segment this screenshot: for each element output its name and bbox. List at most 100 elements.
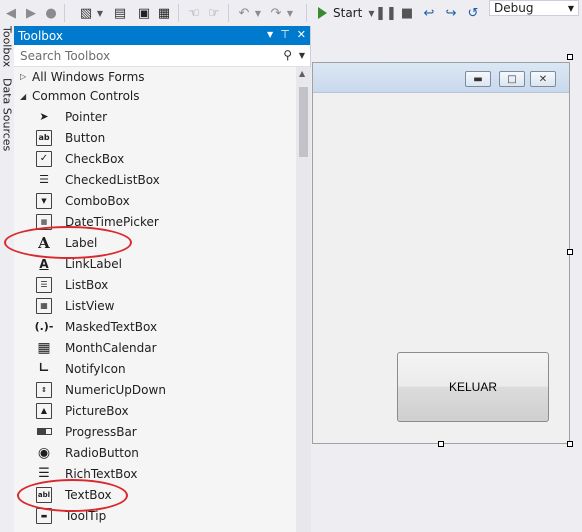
- listbox-icon: ☰: [36, 276, 52, 293]
- button-icon: ab: [36, 129, 52, 146]
- side-tab-data-sources[interactable]: Data Sources: [0, 78, 14, 168]
- uncomment-icon[interactable]: ☞: [206, 3, 222, 23]
- pause-icon[interactable]: ❚❚: [375, 3, 397, 23]
- designer-form-window[interactable]: ▬ □ ✕ KELUAR: [312, 62, 570, 444]
- chevron-down-icon: ▼: [368, 8, 375, 18]
- resize-handle-right[interactable]: [567, 249, 573, 255]
- new-project-icon[interactable]: ▧: [78, 3, 94, 23]
- toolbox-item-progressbar[interactable]: ProgressBar: [14, 421, 295, 442]
- toolbox-item-picturebox[interactable]: ▲ PictureBox: [14, 400, 295, 421]
- start-button[interactable]: Start ▼: [318, 3, 374, 23]
- chevron-down-icon[interactable]: ▼: [254, 3, 262, 23]
- solution-configuration-select[interactable]: Debug ▼: [489, 0, 579, 16]
- toolbox-search-bar: ⚲ ▼: [14, 45, 310, 67]
- play-icon: [318, 7, 327, 19]
- toolbox-item-maskedtextbox[interactable]: (.)- MaskedTextBox: [14, 316, 295, 337]
- highlight-ellipse-textbox: [17, 479, 128, 512]
- side-tab-toolbox[interactable]: Toolbox: [0, 26, 14, 74]
- toolbox-item-label: ListBox: [65, 277, 109, 292]
- pointer-icon: ➤: [39, 110, 49, 123]
- solution-configuration-value: Debug: [494, 1, 534, 15]
- monthcalendar-icon: ▦: [37, 339, 51, 356]
- toolbox-item-listview[interactable]: ▦ ListView: [14, 295, 295, 316]
- toolbox-item-label: CheckBox: [65, 151, 125, 166]
- toolbox-item-numericupdown[interactable]: ⇕ NumericUpDown: [14, 379, 295, 400]
- maskedtextbox-icon: (.)-: [34, 320, 54, 333]
- search-icon[interactable]: ⚲: [283, 48, 292, 62]
- group-common-controls[interactable]: ◢ Common Controls: [14, 87, 295, 107]
- checkedlistbox-icon: ☰: [39, 173, 49, 186]
- toolbox-item-monthcalendar[interactable]: ▦ MonthCalendar: [14, 337, 295, 358]
- toolbox-item-label: Button: [65, 130, 106, 145]
- toolbox-item-checkbox[interactable]: ✓ CheckBox: [14, 148, 295, 169]
- toolbox-item-pointer[interactable]: ➤ Pointer: [14, 106, 295, 127]
- toolbar-separator: [228, 4, 229, 22]
- toolbox-item-notifyicon[interactable]: ∟ NotifyIcon: [14, 358, 295, 379]
- resize-handle-bottom-right[interactable]: [567, 441, 573, 447]
- chevron-down-icon[interactable]: ▼: [96, 3, 104, 23]
- keluar-button[interactable]: KELUAR: [397, 352, 549, 422]
- toolbox-scrollbar[interactable]: ▲: [296, 67, 311, 532]
- undo-icon[interactable]: ↶: [236, 3, 252, 23]
- step-out-icon[interactable]: ↺: [466, 3, 480, 23]
- save-all-icon[interactable]: ▦: [156, 3, 172, 23]
- close-icon[interactable]: ✕: [530, 71, 556, 87]
- redo-icon[interactable]: ↷: [268, 3, 284, 23]
- resize-handle-top-right[interactable]: [567, 54, 573, 60]
- stop-icon[interactable]: ■: [400, 3, 414, 23]
- toolbox-item-label: RadioButton: [65, 445, 139, 460]
- pin-icon[interactable]: ⊤: [280, 28, 290, 41]
- toolbar-separator: [306, 4, 307, 22]
- group-all-windows-forms[interactable]: ▷ All Windows Forms: [14, 67, 295, 87]
- maximize-icon[interactable]: □: [499, 71, 525, 87]
- scrollbar-thumb[interactable]: [299, 87, 308, 157]
- toolbox-title-bar: Toolbox ▼ ⊤ ✕: [14, 26, 310, 45]
- toolbox-item-checkedlistbox[interactable]: ☰ CheckedListBox: [14, 169, 295, 190]
- step-over-icon[interactable]: ↩: [422, 3, 436, 23]
- minimize-icon[interactable]: ▬: [465, 71, 491, 87]
- collapse-triangle-icon[interactable]: ◢: [20, 92, 32, 101]
- navigate-back-icon[interactable]: ◀: [4, 3, 18, 23]
- side-tab-strip: Toolbox Data Sources: [0, 26, 14, 532]
- chevron-down-icon: ▼: [567, 3, 574, 13]
- toolbox-list: ▷ All Windows Forms ◢ Common Controls ➤ …: [14, 67, 295, 526]
- toolbar-separator: [64, 4, 65, 22]
- toolbox-item-radiobutton[interactable]: ◉ RadioButton: [14, 442, 295, 463]
- group-label: All Windows Forms: [32, 69, 145, 84]
- checkbox-icon: ✓: [36, 150, 52, 167]
- window-position-icon[interactable]: ▼: [267, 30, 273, 41]
- comment-icon[interactable]: ☜: [186, 3, 202, 23]
- notifyicon-icon: ∟: [38, 361, 50, 376]
- history-icon[interactable]: ●: [44, 3, 58, 23]
- toolbar-separator: [178, 4, 179, 22]
- step-into-icon[interactable]: ↪: [444, 3, 458, 23]
- toolbox-item-button[interactable]: ab Button: [14, 127, 295, 148]
- chevron-down-icon[interactable]: ▼: [299, 51, 305, 60]
- combobox-icon: ▼: [36, 192, 52, 209]
- toolbox-item-label: CheckedListBox: [65, 172, 160, 187]
- numericupdown-icon: ⇕: [36, 381, 52, 398]
- chevron-down-icon[interactable]: ▼: [286, 3, 294, 23]
- open-file-icon[interactable]: ▤: [112, 3, 128, 23]
- toolbox-item-listbox[interactable]: ☰ ListBox: [14, 274, 295, 295]
- toolbox-item-label: MonthCalendar: [65, 340, 157, 355]
- toolbox-item-label: NotifyIcon: [65, 361, 126, 376]
- scroll-up-arrow-icon[interactable]: ▲: [299, 69, 305, 78]
- close-icon[interactable]: ✕: [297, 28, 306, 41]
- toolbox-search-input[interactable]: [18, 47, 258, 64]
- form-title-bar: ▬ □ ✕: [313, 63, 569, 93]
- navigate-forward-icon[interactable]: ▶: [24, 3, 38, 23]
- richtextbox-icon: ☰: [38, 466, 50, 481]
- toolbox-panel: Toolbox ▼ ⊤ ✕ ⚲ ▼ ▷ All Windows Forms ◢ …: [14, 26, 311, 532]
- resize-handle-bottom[interactable]: [438, 441, 444, 447]
- highlight-ellipse-label: [4, 226, 132, 259]
- group-label: Common Controls: [32, 89, 140, 104]
- toolbox-item-label: ComboBox: [65, 193, 130, 208]
- toolbox-item-label: ProgressBar: [65, 424, 137, 439]
- save-icon[interactable]: ▣: [136, 3, 152, 23]
- expand-triangle-icon[interactable]: ▷: [20, 72, 32, 81]
- toolbox-item-combobox[interactable]: ▼ ComboBox: [14, 190, 295, 211]
- toolbox-item-label: PictureBox: [65, 403, 129, 418]
- toolbox-item-label: MaskedTextBox: [65, 319, 158, 334]
- radiobutton-icon: ◉: [37, 444, 51, 461]
